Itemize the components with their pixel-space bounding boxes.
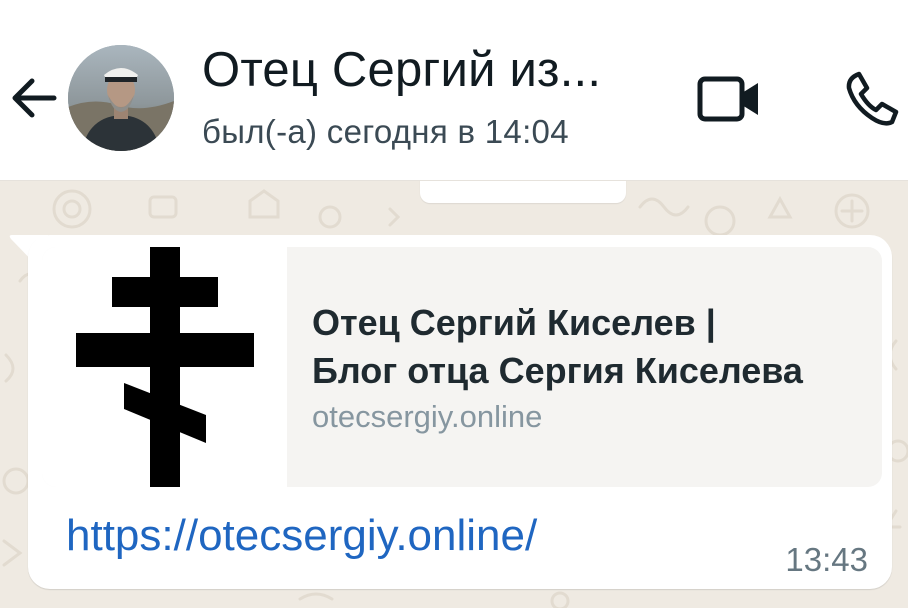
chat-header: Отец Сергий из... был(-а) сегодня в 14:0… — [0, 0, 908, 181]
avatar[interactable] — [68, 45, 174, 151]
link-preview-thumbnail — [42, 247, 287, 487]
orthodox-cross-icon — [76, 247, 254, 487]
voice-call-button[interactable] — [836, 64, 908, 132]
link-preview-title-line1: Отец Сергий Киселев | — [312, 302, 716, 343]
link-preview-title-line2: Блог отца Сергия Киселева — [312, 350, 803, 391]
arrow-left-icon — [12, 78, 57, 118]
date-chip — [420, 181, 626, 203]
back-button[interactable] — [6, 70, 62, 126]
phone-icon — [846, 71, 899, 126]
message-link[interactable]: https://otecsergiy.online/ — [66, 511, 537, 561]
link-preview-card[interactable]: Отец Сергий Киселев | Блог отца Сергия К… — [42, 247, 882, 487]
chat-area[interactable]: Отец Сергий Киселев | Блог отца Сергия К… — [0, 181, 908, 608]
contact-name[interactable]: Отец Сергий из... — [202, 42, 601, 98]
video-camera-icon — [697, 76, 758, 122]
contact-status: был(-а) сегодня в 14:04 — [202, 113, 569, 150]
message-time: 13:43 — [785, 541, 868, 578]
link-preview-domain: otecsergiy.online — [312, 399, 543, 434]
link-preview-title: Отец Сергий Киселев | Блог отца Сергия К… — [312, 299, 872, 395]
video-call-button[interactable] — [694, 68, 764, 130]
message-bubble[interactable]: Отец Сергий Киселев | Блог отца Сергия К… — [28, 235, 892, 589]
